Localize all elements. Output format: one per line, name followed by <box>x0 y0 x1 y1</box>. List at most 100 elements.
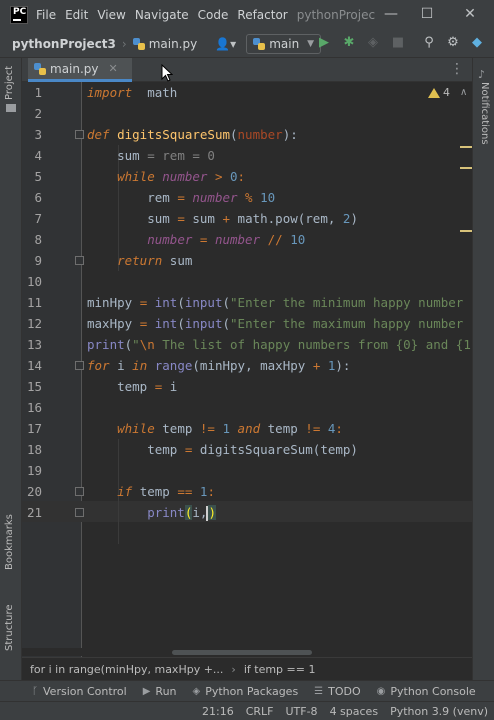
line-number[interactable]: 15 <box>22 376 42 397</box>
line-number[interactable]: 1 <box>22 82 42 103</box>
structure-tool-button[interactable]: Structure <box>4 604 15 651</box>
search-icon[interactable]: ⚲ <box>420 35 438 50</box>
code-token: math <box>132 85 178 100</box>
gear-icon[interactable]: ⚙ <box>444 35 462 50</box>
bookmarks-tool-button[interactable]: Bookmarks <box>4 514 15 570</box>
minimize-icon[interactable]: — <box>382 6 400 22</box>
line-number[interactable]: 14 <box>22 355 42 376</box>
line-number[interactable]: 9 <box>22 250 42 271</box>
chevron-up-icon[interactable]: ∧ <box>460 87 467 98</box>
breadcrumb-file[interactable]: main.py <box>132 37 197 51</box>
line-number[interactable]: 21 <box>22 502 42 523</box>
caret-position[interactable]: 21:16 <box>202 705 234 718</box>
menu-file[interactable]: File <box>36 8 56 22</box>
more-vertical-icon[interactable]: ⋮ <box>450 61 464 77</box>
code-line[interactable]: temp = i <box>87 376 177 397</box>
code-line[interactable]: import math <box>87 82 177 103</box>
breadcrumb-if[interactable]: if temp == 1 <box>244 663 316 676</box>
python-console-button[interactable]: ◉ Python Console <box>377 685 476 698</box>
coverage-icon[interactable]: ◈ <box>364 35 382 50</box>
error-stripe-marker[interactable] <box>460 167 472 169</box>
todo-button[interactable]: ☰ TODO <box>314 685 360 698</box>
bell-icon[interactable]: ♪ <box>478 68 485 81</box>
fold-marker-icon[interactable] <box>75 130 84 139</box>
code-token: != <box>305 421 328 436</box>
code-line[interactable]: minHpy = int(input("Enter the minimum ha… <box>87 292 471 313</box>
code-line[interactable]: maxHpy = int(input("Enter the maximum ha… <box>87 313 471 334</box>
code-line[interactable]: rem = number % 10 <box>87 187 275 208</box>
indent-setting[interactable]: 4 spaces <box>330 705 379 718</box>
code-line[interactable]: while temp != 1 and temp != 4: <box>87 418 343 439</box>
menu-edit[interactable]: Edit <box>65 8 88 22</box>
status-bar: 21:16 CRLF UTF-8 4 spaces Python 3.9 (ve… <box>0 701 494 720</box>
fold-marker-icon[interactable] <box>75 508 84 517</box>
code-editor[interactable]: 1 import math 2 3 def digitsSquareSum(number… <box>22 82 472 657</box>
code-line[interactable]: if temp == 1: <box>87 481 215 502</box>
close-icon[interactable]: ✕ <box>461 6 479 22</box>
file-encoding[interactable]: UTF-8 <box>285 705 317 718</box>
breadcrumb-for-loop[interactable]: for i in range(minHpy, maxHpy +... <box>30 663 223 676</box>
line-number[interactable]: 7 <box>22 208 42 229</box>
error-stripe-marker[interactable] <box>460 230 472 232</box>
line-number[interactable]: 3 <box>22 124 42 145</box>
run-tool-button[interactable]: ▶ Run <box>143 685 177 698</box>
line-number[interactable]: 13 <box>22 334 42 355</box>
line-number[interactable]: 18 <box>22 439 42 460</box>
stop-icon[interactable]: ■ <box>389 35 407 50</box>
menu-code[interactable]: Code <box>198 8 229 22</box>
code-line[interactable]: for i in range(minHpy, maxHpy + 1): <box>87 355 350 376</box>
breadcrumb-project[interactable]: pythonProject3 <box>12 37 116 51</box>
project-tool-button[interactable]: Project <box>4 66 15 100</box>
line-number[interactable]: 4 <box>22 145 42 166</box>
line-number[interactable]: 2 <box>22 103 42 124</box>
maximize-icon[interactable]: ☐ <box>418 6 436 22</box>
branch-icon: ᚴ <box>32 685 38 697</box>
code-line[interactable]: sum = rem = 0 <box>87 145 215 166</box>
python-console-label: Python Console <box>390 684 476 698</box>
python-packages-button[interactable]: ◈ Python Packages <box>193 685 299 698</box>
code-line[interactable]: def digitsSquareSum(number): <box>87 124 298 145</box>
line-number[interactable]: 8 <box>22 229 42 250</box>
pycharm-logo-icon[interactable]: PC <box>10 6 28 24</box>
error-stripe-marker[interactable] <box>460 146 472 148</box>
fold-marker-icon[interactable] <box>75 361 84 370</box>
tab-main-py[interactable]: main.py ✕ <box>28 58 132 82</box>
debug-icon[interactable]: ✱ <box>340 35 358 50</box>
line-number[interactable]: 19 <box>22 460 42 481</box>
code-line[interactable]: print("\n The list of happy numbers from… <box>87 334 471 355</box>
run-icon[interactable]: ▶ <box>315 35 333 50</box>
line-number[interactable]: 11 <box>22 292 42 313</box>
jetbrains-icon[interactable]: ◆ <box>468 35 486 50</box>
line-separator[interactable]: CRLF <box>246 705 274 718</box>
user-icon[interactable]: 👤▾ <box>215 37 236 51</box>
scrollbar-thumb[interactable] <box>172 650 312 655</box>
line-number[interactable]: 10 <box>22 271 42 292</box>
code-line[interactable]: sum = sum + math.pow(rem, 2) <box>87 208 358 229</box>
menu-view[interactable]: View <box>97 8 125 22</box>
python-interpreter[interactable]: Python 3.9 (venv) <box>390 705 488 718</box>
code-token: ( <box>230 127 238 142</box>
code-line[interactable]: print(i,) <box>87 502 216 523</box>
fold-marker-icon[interactable] <box>75 487 84 496</box>
code-token: number <box>237 127 283 142</box>
code-line[interactable]: number = number // 10 <box>87 229 305 250</box>
line-number[interactable]: 6 <box>22 187 42 208</box>
tab-close-icon[interactable]: ✕ <box>109 62 118 75</box>
code-token: 0 <box>230 169 238 184</box>
menu-refactor[interactable]: Refactor <box>237 8 287 22</box>
horizontal-scrollbar[interactable] <box>22 648 472 656</box>
notifications-tool-button[interactable]: Notifications <box>479 82 490 145</box>
inspection-widget[interactable]: 4 ∧ ∨ <box>428 86 472 99</box>
code-line[interactable]: temp = digitsSquareSum(temp) <box>87 439 358 460</box>
code-line[interactable]: return sum <box>87 250 192 271</box>
line-number[interactable]: 12 <box>22 313 42 334</box>
fold-marker-icon[interactable] <box>75 256 84 265</box>
menu-navigate[interactable]: Navigate <box>135 8 189 22</box>
code-line[interactable]: while number > 0: <box>87 166 245 187</box>
line-number[interactable]: 20 <box>22 481 42 502</box>
line-number[interactable]: 5 <box>22 166 42 187</box>
version-control-button[interactable]: ᚴ Version Control <box>32 685 127 698</box>
line-number[interactable]: 16 <box>22 397 42 418</box>
run-config-selector[interactable]: main ▼ <box>246 33 322 54</box>
line-number[interactable]: 17 <box>22 418 42 439</box>
